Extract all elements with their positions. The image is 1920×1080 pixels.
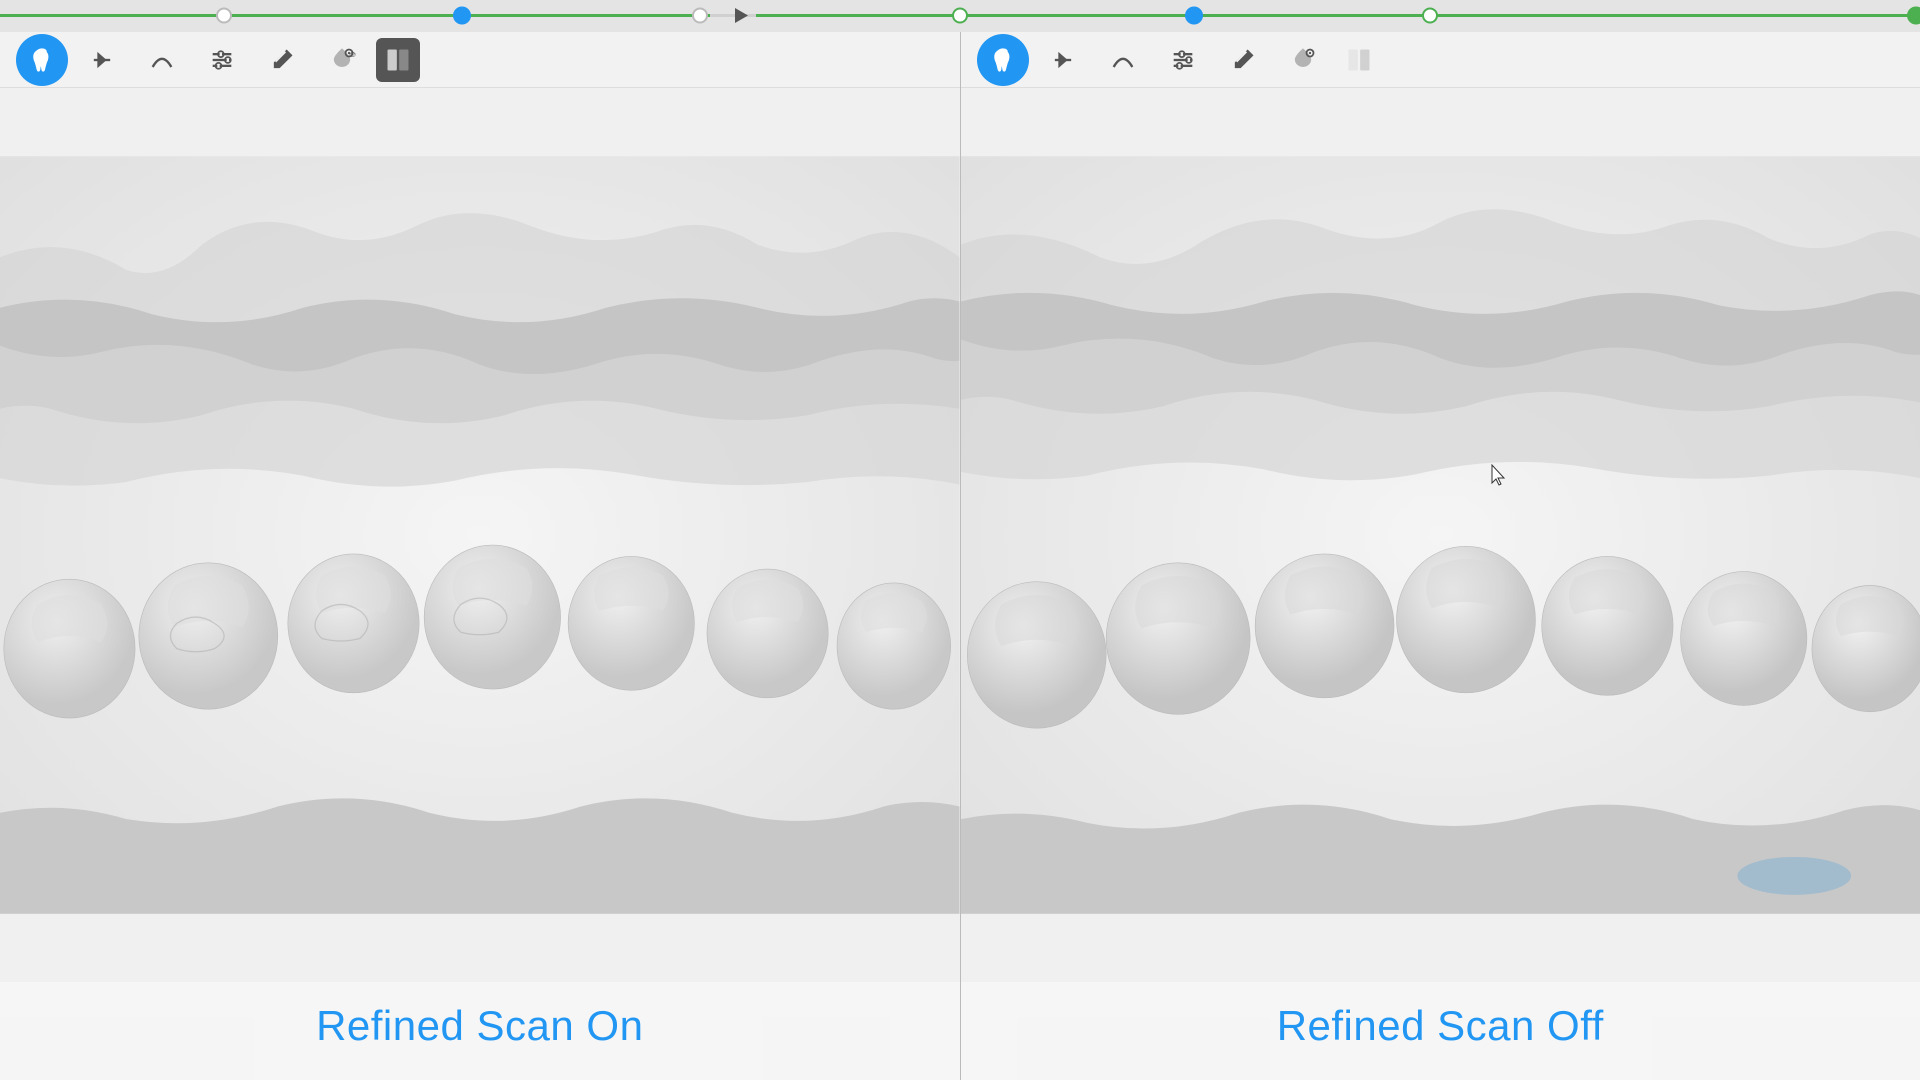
right-scan-svg	[961, 88, 1920, 982]
arch-icon	[148, 46, 176, 74]
adjust-icon-r	[1169, 46, 1197, 74]
right-eraser-button[interactable]	[1217, 34, 1269, 86]
compare-icon-r	[1345, 46, 1373, 74]
right-compare-button[interactable]	[1337, 38, 1381, 82]
left-scan-label: Refined Scan On	[0, 982, 960, 1080]
right-adjust-button[interactable]	[1157, 34, 1209, 86]
left-arrow-button[interactable]	[76, 34, 128, 86]
right-toolbar	[961, 32, 1920, 88]
left-compare-button[interactable]	[376, 38, 420, 82]
right-scan-area	[961, 88, 1920, 982]
left-scan-svg	[0, 88, 960, 982]
right-arch-button[interactable]	[1097, 34, 1149, 86]
left-scan-area	[0, 88, 960, 982]
bucket-eye-icon: 👁	[328, 46, 356, 74]
eraser-icon	[268, 46, 296, 74]
left-eraser-button[interactable]	[256, 34, 308, 86]
right-tooth-button[interactable]	[977, 34, 1029, 86]
tooth-icon-right	[989, 46, 1017, 74]
right-label-text: Refined Scan Off	[1277, 1002, 1604, 1049]
cursor	[1488, 463, 1512, 492]
progress-bar	[0, 0, 1920, 32]
right-bucket-eye-button[interactable]	[1277, 34, 1329, 86]
svg-text:👁: 👁	[349, 51, 356, 58]
right-arrow-button[interactable]	[1037, 34, 1089, 86]
compare-icon	[384, 46, 412, 74]
arrow-right-icon	[88, 46, 116, 74]
left-tooth-button[interactable]	[16, 34, 68, 86]
arrow-right-icon-r	[1049, 46, 1077, 74]
left-adjust-button[interactable]	[196, 34, 248, 86]
left-arch-button[interactable]	[136, 34, 188, 86]
left-toolbar: 👁	[0, 32, 960, 88]
left-bucket-eye-button[interactable]: 👁	[316, 34, 368, 86]
right-scan-label: Refined Scan Off	[961, 982, 1920, 1080]
adjust-icon	[208, 46, 236, 74]
left-label-text: Refined Scan On	[316, 1002, 643, 1049]
arch-icon-r	[1109, 46, 1137, 74]
eraser-icon-r	[1229, 46, 1257, 74]
tooth-icon	[28, 46, 56, 74]
main-content: 👁	[0, 32, 1920, 1080]
bucket-eye-icon-r	[1289, 46, 1317, 74]
right-panel: Refined Scan Off	[961, 32, 1920, 1080]
left-panel: 👁	[0, 32, 961, 1080]
